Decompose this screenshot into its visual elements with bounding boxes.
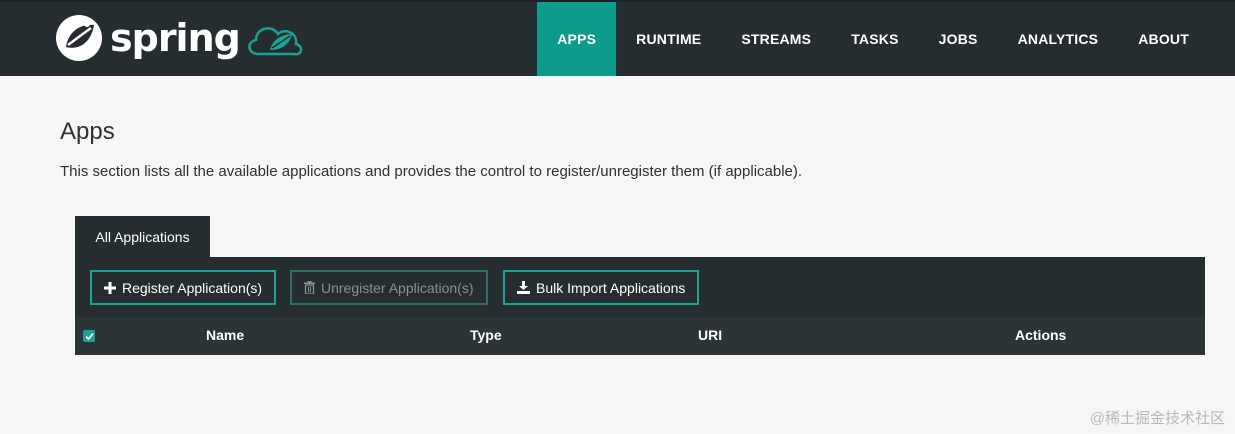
brand-name: spring (110, 16, 241, 60)
nav-about[interactable]: ABOUT (1118, 2, 1209, 76)
select-all-checkbox[interactable] (83, 330, 95, 342)
plus-icon (104, 281, 116, 294)
bulk-import-button[interactable]: Bulk Import Applications (503, 270, 700, 305)
toolbar-panel: Register Application(s) Unregister Appli… (75, 257, 1205, 317)
column-header-actions: Actions (1015, 327, 1067, 343)
trash-icon (304, 281, 315, 294)
nav-runtime[interactable]: RUNTIME (616, 2, 721, 76)
register-application-label: Register Application(s) (122, 279, 263, 296)
nav-apps[interactable]: APPS (537, 2, 617, 76)
main-nav: APPS RUNTIME STREAMS TASKS JOBS ANALYTIC… (537, 2, 1209, 76)
spring-leaf-icon (56, 15, 102, 61)
apps-table-header: Name Type URI Actions (75, 317, 1205, 355)
check-icon (84, 332, 94, 340)
cloud-dataflow-icon (248, 27, 303, 56)
brand[interactable]: spring (54, 12, 306, 64)
nav-streams[interactable]: STREAMS (721, 2, 831, 76)
nav-tasks[interactable]: TASKS (831, 2, 918, 76)
nav-analytics[interactable]: ANALYTICS (998, 2, 1119, 76)
column-header-uri[interactable]: URI (698, 327, 722, 343)
register-application-button[interactable]: Register Application(s) (90, 270, 277, 305)
tab-all-applications[interactable]: All Applications (75, 216, 210, 257)
unregister-application-label: Unregister Application(s) (321, 279, 474, 296)
import-icon (517, 281, 530, 294)
watermark: @稀土掘金技术社区 (1089, 410, 1225, 427)
nav-jobs[interactable]: JOBS (919, 2, 998, 76)
column-header-type[interactable]: Type (470, 327, 502, 343)
top-navbar: spring APPS RUNTIME STREAMS TASKS JOBS A… (0, 0, 1235, 76)
unregister-application-button[interactable]: Unregister Application(s) (290, 270, 488, 305)
column-header-name[interactable]: Name (206, 327, 244, 343)
bulk-import-label: Bulk Import Applications (536, 279, 686, 296)
page-description: This section lists all the available app… (60, 163, 803, 180)
page-title: Apps (60, 118, 115, 145)
